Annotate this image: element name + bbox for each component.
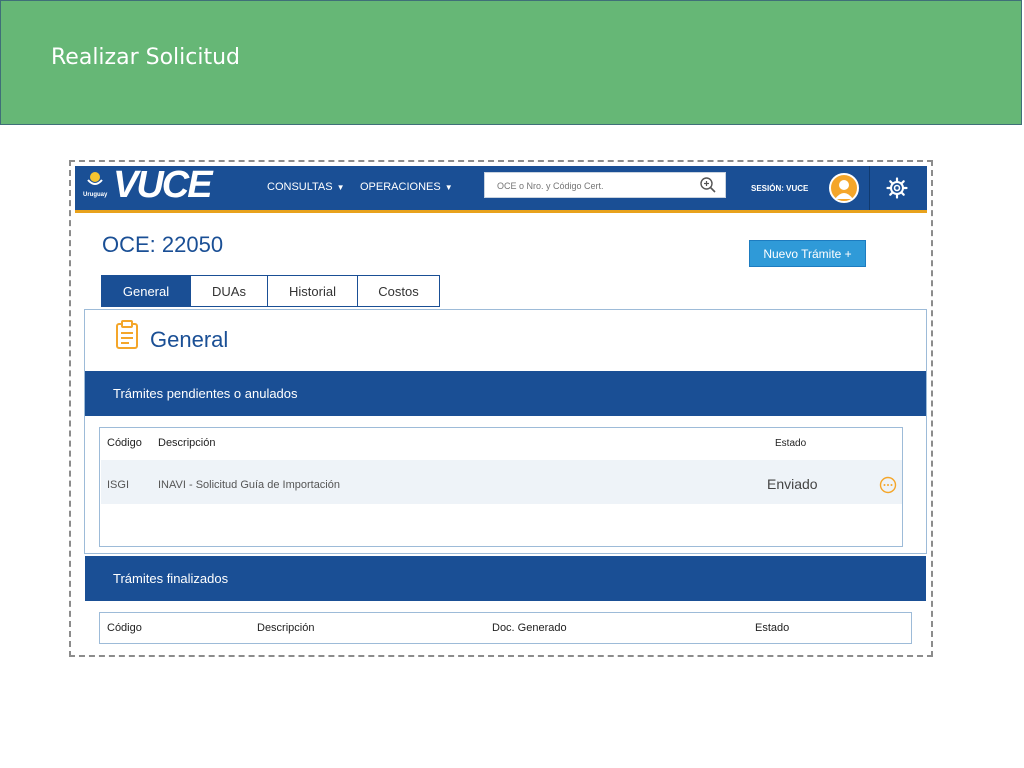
finished-section-header: Trámites finalizados — [85, 556, 926, 601]
search-input[interactable] — [495, 174, 699, 198]
nav-operaciones-label: OPERACIONES — [360, 181, 441, 193]
tab-costos[interactable]: Costos — [357, 275, 440, 307]
table-row[interactable]: ISGI INAVI - Solicitud Guía de Importaci… — [101, 460, 902, 504]
slide-title: Realizar Solicitud — [51, 45, 240, 70]
chevron-down-icon: ▼ — [444, 183, 453, 192]
settings-button[interactable] — [869, 166, 922, 210]
app-screenshot: Uruguay VUCE CONSULTAS▼ OPERACIONES▼ SES… — [69, 160, 933, 657]
nav-operaciones[interactable]: OPERACIONES ▼ — [360, 181, 453, 193]
user-icon — [835, 180, 853, 199]
finished-table: Código Descripción Doc. Generado Estado — [99, 612, 912, 644]
col-codigo: Código — [107, 622, 142, 634]
new-tramite-button[interactable]: Nuevo Trámite + — [749, 240, 866, 267]
col-doc-generado: Doc. Generado — [492, 622, 567, 634]
row-estado: Enviado — [767, 476, 818, 492]
row-codigo: ISGI — [107, 479, 130, 491]
nav-consultas[interactable]: CONSULTAS ▼ — [267, 181, 345, 193]
top-navbar: Uruguay VUCE CONSULTAS▼ OPERACIONES▼ SES… — [75, 164, 927, 213]
zoom-search-icon[interactable] — [699, 176, 717, 194]
col-estado: Estado — [775, 438, 807, 449]
tab-historial[interactable]: Historial — [267, 275, 358, 307]
page-title: OCE: 22050 — [102, 232, 224, 257]
chevron-down-icon: ▼ — [336, 183, 345, 192]
uruguay-emblem-icon — [87, 172, 103, 185]
nav-consultas-label: CONSULTAS — [267, 181, 333, 193]
more-options-icon[interactable] — [879, 476, 897, 494]
pending-section-header: Trámites pendientes o anulados — [85, 371, 926, 416]
tab-duas[interactable]: DUAs — [190, 275, 268, 307]
logo-country: Uruguay — [83, 192, 108, 198]
section-heading: General — [150, 327, 229, 352]
slide-banner: Realizar Solicitud — [0, 0, 1022, 125]
col-estado: Estado — [755, 622, 790, 634]
user-avatar[interactable] — [829, 173, 859, 203]
search-box — [484, 172, 726, 198]
pending-table: Código Descripción Estado ISGI INAVI - S… — [99, 427, 903, 547]
row-descripcion: INAVI - Solicitud Guía de Importación — [158, 479, 340, 491]
col-codigo: Código — [107, 437, 142, 449]
col-descripcion: Descripción — [257, 622, 315, 634]
session-label: SESIÓN: VUCE — [751, 184, 809, 193]
tab-general[interactable]: General — [101, 275, 191, 307]
tab-bar: General DUAs Historial Costos — [101, 275, 440, 307]
vuce-logo[interactable]: VUCE — [113, 164, 213, 207]
clipboard-icon — [116, 320, 138, 349]
col-descripcion: Descripción — [158, 437, 216, 449]
gear-icon — [886, 177, 908, 199]
